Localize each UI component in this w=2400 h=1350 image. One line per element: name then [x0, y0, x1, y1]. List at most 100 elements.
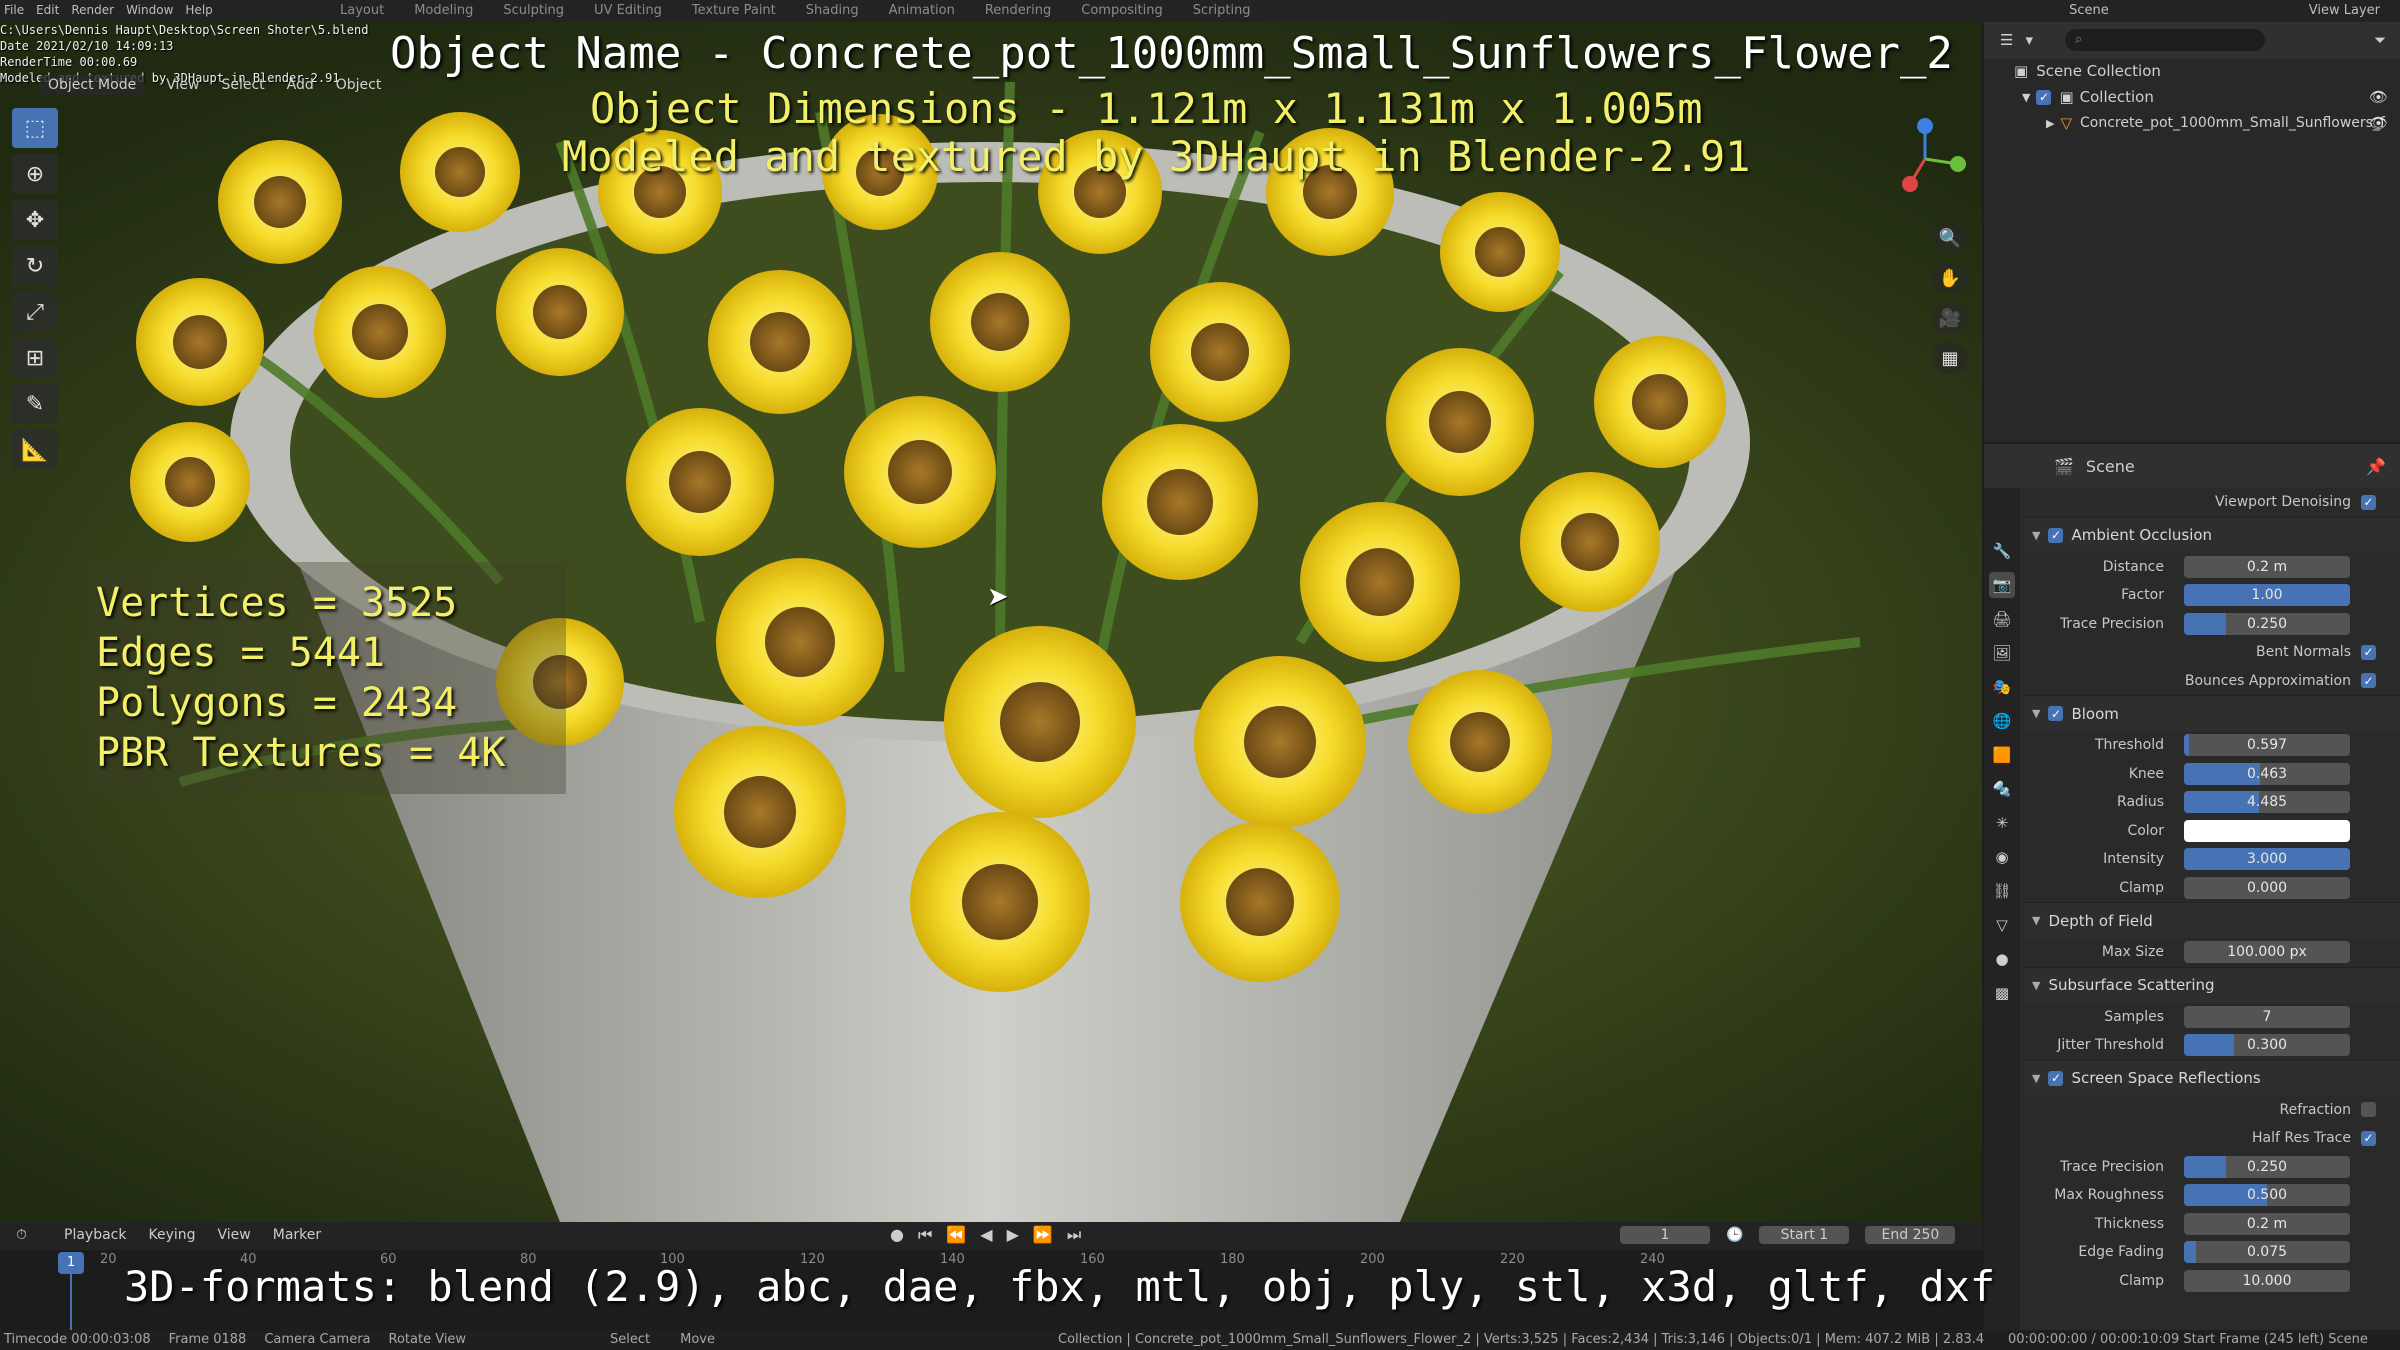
- view-layer-tab-icon[interactable]: 🖼: [1989, 640, 2015, 666]
- tab-scripting[interactable]: Scripting: [1193, 3, 1251, 18]
- transform-icon[interactable]: ⊞: [12, 338, 58, 378]
- bloom-panel-header[interactable]: ▼ ✓ Bloom: [2024, 695, 2400, 731]
- view-layer-selector[interactable]: View Layer: [2309, 3, 2380, 18]
- prev-keyframe-icon[interactable]: ⏪: [946, 1225, 966, 1245]
- tab-modeling[interactable]: Modeling: [414, 3, 473, 18]
- ao-trace-precision-slider[interactable]: 0.250: [2184, 612, 2350, 635]
- tab-sculpting[interactable]: Sculpting: [503, 3, 564, 18]
- menu-file[interactable]: File: [4, 3, 24, 17]
- viewport-denoising-checkbox[interactable]: ✓: [2361, 494, 2376, 510]
- tab-uv-editing[interactable]: UV Editing: [594, 3, 662, 18]
- object-tab-icon[interactable]: 🟧: [1989, 742, 2015, 768]
- start-frame-field[interactable]: Start 1: [1759, 1226, 1850, 1244]
- world-tab-icon[interactable]: 🌐: [1989, 708, 2015, 734]
- menu-help[interactable]: Help: [185, 3, 212, 17]
- render-tab-icon[interactable]: 📷: [1989, 572, 2015, 598]
- zoom-icon[interactable]: 🔍: [1932, 222, 1968, 254]
- texture-tab-icon[interactable]: ▩: [1989, 980, 2015, 1006]
- bloom-threshold-slider[interactable]: 0.597: [2184, 734, 2350, 757]
- collection-row[interactable]: ▼ ✓ ▣ Collection 👁: [1984, 84, 2400, 110]
- ssr-half-res-checkbox[interactable]: ✓: [2361, 1130, 2376, 1146]
- constraints-tab-icon[interactable]: ⛓: [1989, 878, 2015, 904]
- ao-panel-header[interactable]: ▼ ✓ Ambient Occlusion: [2024, 516, 2400, 553]
- filter-icon-left[interactable]: ▾: [2025, 31, 2033, 49]
- ssr-edge-fading-slider[interactable]: 0.075: [2184, 1241, 2350, 1264]
- bloom-knee-slider[interactable]: 0.463: [2184, 762, 2350, 785]
- editor-type-icon[interactable]: ⏱: [16, 1227, 27, 1243]
- modifier-tab-icon[interactable]: 🔩: [1989, 776, 2015, 802]
- measure-icon[interactable]: 📐: [12, 430, 58, 470]
- filter-icon[interactable]: ⏷: [2374, 31, 2386, 49]
- ao-distance-field[interactable]: 0.2 m: [2184, 555, 2350, 578]
- play-reverse-icon[interactable]: ◀: [980, 1225, 992, 1245]
- menu-window[interactable]: Window: [126, 3, 173, 17]
- tab-texture-paint[interactable]: Texture Paint: [692, 3, 776, 18]
- timeline-menu-view[interactable]: View: [218, 1227, 251, 1243]
- tab-rendering[interactable]: Rendering: [985, 3, 1051, 18]
- pan-hand-icon[interactable]: ✋: [1932, 262, 1968, 294]
- record-icon[interactable]: ●: [890, 1225, 904, 1245]
- 3d-viewport[interactable]: C:\Users\Dennis Haupt\Desktop\Screen Sho…: [0, 22, 1982, 1222]
- clock-icon[interactable]: 🕒: [1726, 1227, 1743, 1243]
- current-frame-field[interactable]: 1: [1620, 1226, 1710, 1244]
- bent-normals-checkbox[interactable]: ✓: [2361, 644, 2376, 660]
- ortho-grid-icon[interactable]: ▦: [1932, 342, 1968, 374]
- viewport-menu-view[interactable]: View: [166, 77, 199, 93]
- navigation-gizmo[interactable]: [1880, 114, 1970, 204]
- tab-animation[interactable]: Animation: [889, 3, 955, 18]
- scene-collection-row[interactable]: ▣ Scene Collection: [1984, 58, 2400, 84]
- object-row[interactable]: ▶ ▽ Concrete_pot_1000mm_Small_Sunflowers…: [1984, 110, 2400, 136]
- expand-arrow-icon[interactable]: ▶: [2046, 117, 2054, 130]
- ssr-clamp-field[interactable]: 10.000: [2184, 1269, 2350, 1292]
- menu-render[interactable]: Render: [71, 3, 114, 17]
- ssr-enable-checkbox[interactable]: ✓: [2048, 1070, 2064, 1086]
- viewport-menu-select[interactable]: Select: [221, 77, 264, 93]
- camera-view-icon[interactable]: 🎥: [1932, 302, 1968, 334]
- ssr-panel-header[interactable]: ▼ ✓ Screen Space Reflections: [2024, 1059, 2400, 1096]
- particles-tab-icon[interactable]: ✳: [1989, 810, 2015, 836]
- cursor-icon[interactable]: ⊕: [12, 154, 58, 194]
- ssr-max-roughness-slider[interactable]: 0.500: [2184, 1184, 2350, 1207]
- scale-icon[interactable]: ⤢: [12, 292, 58, 332]
- playhead[interactable]: 1: [58, 1252, 84, 1274]
- viewport-menu-object[interactable]: Object: [336, 77, 382, 93]
- next-keyframe-icon[interactable]: ⏩: [1033, 1225, 1053, 1245]
- bloom-radius-slider[interactable]: 4.485: [2184, 791, 2350, 814]
- ssr-thickness-field[interactable]: 0.2 m: [2184, 1212, 2350, 1235]
- expand-arrow-icon[interactable]: ▼: [2022, 91, 2030, 104]
- tab-compositing[interactable]: Compositing: [1081, 3, 1163, 18]
- bloom-clamp-field[interactable]: 0.000: [2184, 876, 2350, 899]
- jump-start-icon[interactable]: ⏮: [918, 1225, 932, 1245]
- ao-factor-slider[interactable]: 1.00: [2184, 584, 2350, 607]
- pin-icon[interactable]: 📌: [2366, 457, 2386, 476]
- scene-selector[interactable]: Scene: [2069, 3, 2109, 18]
- viewport-menu-add[interactable]: Add: [287, 77, 314, 93]
- timeline-menu-keying[interactable]: Keying: [148, 1227, 195, 1243]
- tool-tab-icon[interactable]: 🔧: [1989, 538, 2015, 564]
- sss-panel-header[interactable]: ▼ Subsurface Scattering: [2024, 966, 2400, 1003]
- bounces-approx-checkbox[interactable]: ✓: [2361, 673, 2376, 689]
- move-icon[interactable]: ✥: [12, 200, 58, 240]
- jump-end-icon[interactable]: ⏭: [1067, 1225, 1081, 1245]
- bloom-intensity-slider[interactable]: 3.000: [2184, 848, 2350, 871]
- material-tab-icon[interactable]: ●: [1989, 946, 2015, 972]
- ao-enable-checkbox[interactable]: ✓: [2048, 527, 2064, 543]
- display-mode-icon[interactable]: ☰: [2000, 31, 2013, 49]
- timeline-menu-marker[interactable]: Marker: [273, 1227, 321, 1243]
- play-icon[interactable]: ▶: [1007, 1225, 1019, 1245]
- bloom-enable-checkbox[interactable]: ✓: [2048, 706, 2064, 721]
- physics-tab-icon[interactable]: ◉: [1989, 844, 2015, 870]
- output-tab-icon[interactable]: 🖨: [1989, 606, 2015, 632]
- eye-icon[interactable]: 👁: [2369, 88, 2388, 106]
- sss-samples-field[interactable]: 7: [2184, 1005, 2350, 1028]
- scene-tab-icon[interactable]: 🎭: [1989, 674, 2015, 700]
- object-mode-dropdown[interactable]: Object Mode: [40, 75, 145, 95]
- dof-max-size-field[interactable]: 100.000 px: [2184, 941, 2350, 964]
- outliner-search-input[interactable]: ⌕: [2064, 29, 2265, 51]
- bloom-color-swatch[interactable]: [2184, 819, 2350, 842]
- dof-panel-header[interactable]: ▼ Depth of Field: [2024, 902, 2400, 938]
- sss-jitter-slider[interactable]: 0.300: [2184, 1034, 2350, 1057]
- select-box-icon[interactable]: ⬚: [12, 108, 58, 148]
- timeline-menu-playback[interactable]: Playback: [64, 1227, 126, 1243]
- end-frame-field[interactable]: End 250: [1865, 1226, 1956, 1244]
